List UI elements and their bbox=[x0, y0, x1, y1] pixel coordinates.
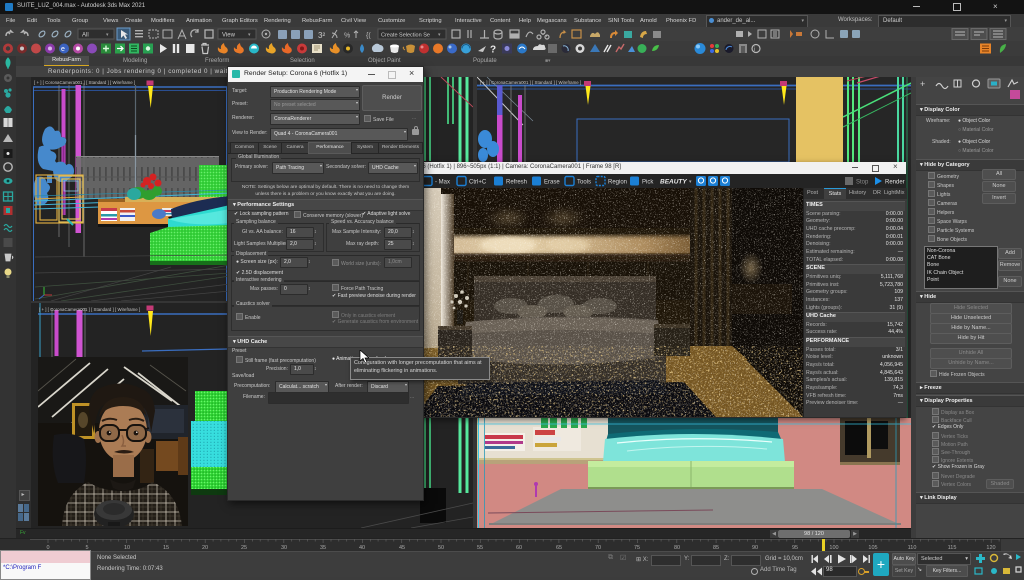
svg-text:Erase: Erase bbox=[544, 180, 560, 186]
svg-text:Tools: Tools bbox=[577, 180, 591, 186]
svg-text:Create Selection Se: Create Selection Se bbox=[381, 33, 430, 39]
svg-text:Ctrl+C: Ctrl+C bbox=[469, 180, 487, 186]
svg-text:%: % bbox=[344, 33, 350, 40]
svg-text:[ + ] [ CoronaCamera001 ] [ St: [ + ] [ CoronaCamera001 ] [ Standard ] [… bbox=[39, 307, 140, 312]
svg-text:[ + ] [ CoronaCamera001 ] [ St: [ + ] [ CoronaCamera001 ] [ Standard ] [… bbox=[480, 80, 581, 85]
svg-text:- Max: - Max bbox=[435, 180, 450, 186]
svg-text:e: e bbox=[61, 46, 65, 53]
svg-text:Stop: Stop bbox=[856, 180, 869, 186]
svg-text:+: + bbox=[920, 79, 925, 89]
svg-text:Pick: Pick bbox=[642, 180, 654, 186]
svg-text:All: All bbox=[82, 33, 89, 39]
svg-text:3²: 3² bbox=[318, 31, 325, 40]
svg-text:View: View bbox=[222, 33, 236, 39]
svg-text:▾: ▾ bbox=[689, 179, 692, 185]
svg-text:[ + ] [ CoronaCamera001 ] [ St: [ + ] [ CoronaCamera001 ] [ Standard ] [… bbox=[34, 80, 135, 85]
svg-text:Region: Region bbox=[608, 180, 627, 186]
svg-text:i: i bbox=[754, 47, 755, 53]
svg-text:?: ? bbox=[490, 45, 496, 56]
svg-text:BEAUTY: BEAUTY bbox=[660, 179, 687, 186]
svg-text:{(: {( bbox=[366, 33, 371, 40]
svg-text:Render: Render bbox=[885, 180, 905, 186]
svg-text:Refresh: Refresh bbox=[506, 180, 527, 186]
